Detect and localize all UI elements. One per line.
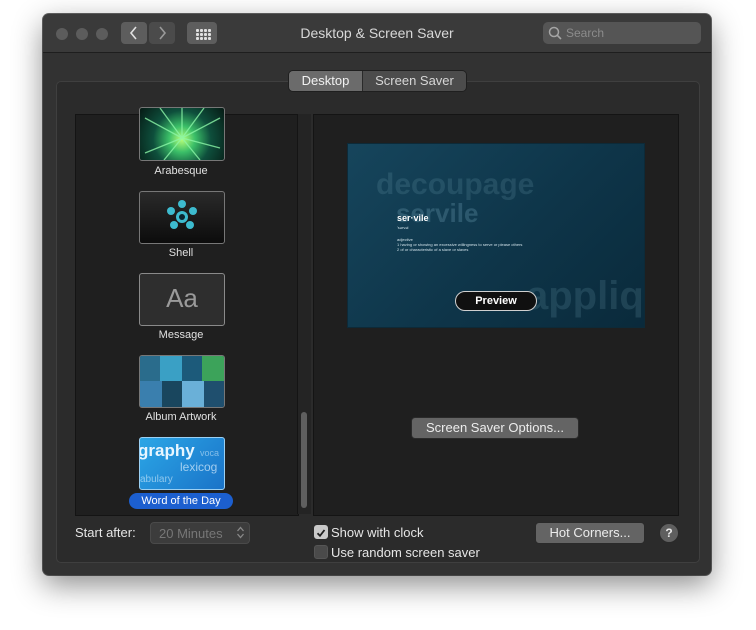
screensaver-preview: decoupage servile appliq ser·vile 'sərvə… [347, 143, 645, 328]
close-button[interactable] [56, 28, 68, 40]
screen-saver-options-button[interactable]: Screen Saver Options... [411, 417, 579, 439]
list-scrollbar[interactable] [297, 114, 311, 514]
use-random-checkbox[interactable] [314, 545, 328, 559]
chevron-left-icon [129, 26, 137, 40]
search-placeholder: Search [566, 26, 605, 40]
help-button[interactable]: ? [659, 523, 679, 543]
preview-bg-word-1: decoupage [376, 168, 535, 201]
show-all-button[interactable] [187, 22, 217, 44]
screensaver-list[interactable]: Arabesque Shell Aa Message Album Artwork… [75, 107, 299, 516]
search-icon [548, 26, 562, 40]
updown-arrows-icon [237, 526, 244, 539]
show-with-clock-label[interactable]: Show with clock [331, 525, 423, 540]
preview-definition-2: 2 of or characteristic of a slave or sla… [397, 247, 469, 252]
shell-thumbnail [139, 191, 225, 244]
tab-desktop[interactable]: Desktop [289, 71, 362, 91]
arabesque-thumbnail [139, 107, 225, 161]
preview-bg-word-3: appliq [526, 274, 644, 318]
back-button[interactable] [121, 22, 147, 44]
checkmark-icon [316, 529, 326, 538]
start-after-value: 20 Minutes [159, 526, 223, 541]
message-thumbnail: Aa [139, 273, 225, 326]
word-of-the-day-thumbnail: graphy lexicog voca abulary [139, 437, 225, 490]
preview-word: ser·vile [397, 213, 429, 223]
show-with-clock-checkbox[interactable] [314, 525, 328, 539]
title-bar: Desktop & Screen Saver Search [43, 14, 711, 53]
preferences-window: Desktop & Screen Saver Search Desktop Sc… [43, 14, 711, 575]
preview-pronunciation: 'sərvəl [397, 225, 409, 230]
hot-corners-button[interactable]: Hot Corners... [535, 522, 645, 544]
forward-button[interactable] [149, 22, 175, 44]
preview-area: decoupage servile appliq ser·vile 'sərvə… [313, 114, 679, 516]
search-field[interactable]: Search [543, 22, 701, 44]
album-artwork-thumbnail [139, 355, 225, 408]
start-after-label: Start after: [75, 525, 136, 540]
chevron-right-icon [159, 26, 167, 40]
zoom-button[interactable] [96, 28, 108, 40]
shell-label: Shell [168, 247, 194, 259]
preview-button[interactable]: Preview [455, 291, 537, 311]
use-random-label[interactable]: Use random screen saver [331, 545, 480, 560]
start-after-popup[interactable]: 20 Minutes [150, 522, 250, 544]
tab-screen-saver[interactable]: Screen Saver [362, 71, 466, 91]
arabesque-label: Arabesque [154, 165, 208, 177]
window-title: Desktop & Screen Saver [300, 25, 454, 41]
tab-bar: Desktop Screen Saver [288, 70, 467, 92]
minimize-button[interactable] [76, 28, 88, 40]
message-thumb-text: Aa [166, 283, 198, 313]
message-label: Message [158, 329, 204, 341]
album-artwork-label: Album Artwork [145, 411, 217, 423]
word-of-the-day-label: Word of the Day [129, 493, 233, 509]
scroll-thumb[interactable] [301, 412, 307, 508]
